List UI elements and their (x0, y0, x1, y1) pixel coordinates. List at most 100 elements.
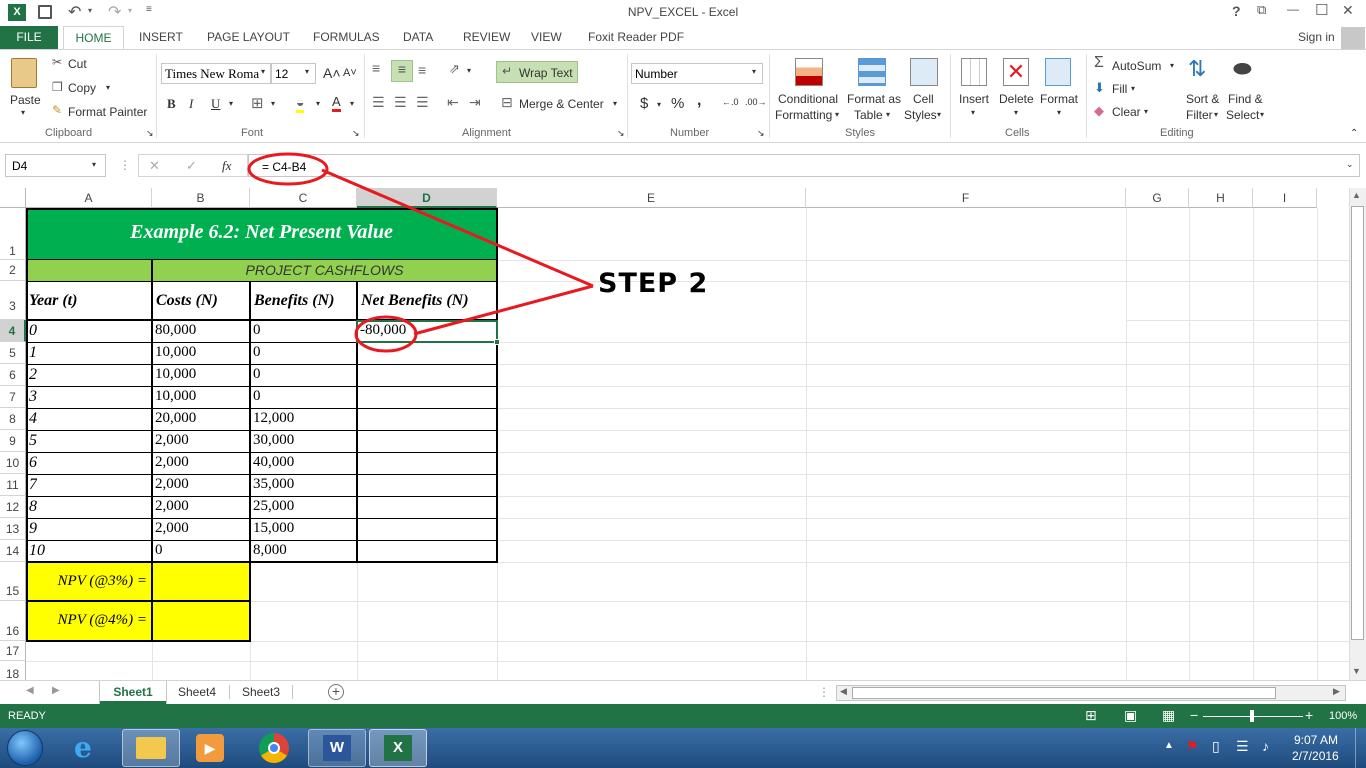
number-launcher-icon[interactable]: ↘ (757, 128, 765, 139)
row-header[interactable]: 13 (0, 518, 26, 540)
cell-benefits[interactable]: 40,000 (253, 454, 294, 471)
percent-button[interactable]: % (671, 95, 684, 112)
cell-year[interactable]: 10 (29, 542, 45, 560)
delete-dropdown-icon[interactable]: ▾ (1014, 108, 1018, 117)
cell-year[interactable]: 8 (29, 498, 37, 516)
font-name-dropdown-icon[interactable]: ▾ (261, 67, 265, 76)
merge-dropdown-icon[interactable]: ▾ (613, 99, 617, 108)
alignment-launcher-icon[interactable]: ↘ (617, 128, 625, 139)
cell-costs[interactable]: 10,000 (155, 366, 196, 383)
row-header[interactable]: 10 (0, 452, 26, 474)
column-header-d[interactable]: D (357, 188, 497, 208)
cell-costs[interactable]: 2,000 (155, 476, 189, 493)
cell-year[interactable]: 2 (29, 366, 37, 384)
zoom-level[interactable]: 100% (1329, 710, 1357, 722)
normal-view-icon[interactable]: ⊞ (1085, 707, 1097, 724)
underline-dropdown-icon[interactable]: ▾ (229, 99, 233, 108)
sort-filter-button[interactable]: Sort & (1186, 92, 1219, 106)
column-header-f[interactable]: F (806, 188, 1126, 208)
cell-costs[interactable]: 10,000 (155, 388, 196, 405)
align-left-icon[interactable]: ☰ (372, 94, 385, 111)
sheet-tab-sheet1[interactable]: Sheet1 (100, 681, 166, 704)
row-header[interactable]: 1 (0, 208, 26, 260)
column-header-c[interactable]: C (250, 188, 357, 208)
scroll-up-icon[interactable]: ▲ (1352, 190, 1361, 200)
autosum-icon[interactable]: Σ (1094, 54, 1104, 72)
action-center-icon[interactable]: ⚑ (1186, 738, 1199, 755)
autosum-dropdown-icon[interactable]: ▾ (1170, 61, 1174, 70)
orientation-icon[interactable]: ⇗ (449, 61, 460, 77)
internet-explorer-icon[interactable]: e (74, 733, 104, 763)
scroll-down-icon[interactable]: ▼ (1352, 666, 1361, 676)
autosum-button[interactable]: AutoSum (1112, 59, 1161, 73)
paste-button[interactable]: Paste (10, 93, 41, 107)
sign-in-link[interactable]: Sign in (1298, 30, 1335, 44)
row-header[interactable]: 11 (0, 474, 26, 496)
tab-split-icon[interactable]: ⋮ (818, 685, 830, 699)
format-dropdown-icon[interactable]: ▾ (1057, 108, 1061, 117)
tab-view[interactable]: VIEW (531, 30, 562, 44)
column-header-e[interactable]: E (497, 188, 806, 208)
tab-review[interactable]: REVIEW (463, 30, 510, 44)
scroll-left-icon[interactable]: ◀ (840, 686, 847, 697)
cell-year[interactable]: 5 (29, 432, 37, 450)
tab-file[interactable]: FILE (0, 26, 58, 49)
align-center-icon[interactable]: ☰ (394, 94, 407, 111)
currency-button[interactable]: $ (640, 95, 648, 112)
battery-icon[interactable]: ▯ (1212, 738, 1220, 755)
next-sheet-icon[interactable]: ▶ (52, 685, 60, 696)
italic-button[interactable]: I (189, 96, 193, 112)
format-cells-button[interactable]: Format (1040, 92, 1078, 106)
column-header-b[interactable]: B (152, 188, 250, 208)
increase-font-icon[interactable]: A˄ (323, 65, 341, 81)
font-size-dropdown-icon[interactable]: ▾ (305, 67, 309, 76)
expand-formula-icon[interactable]: ⌄ (1346, 159, 1354, 170)
decrease-indent-icon[interactable]: ⇤ (447, 94, 459, 111)
delete-cells-button[interactable]: Delete (999, 92, 1034, 106)
show-hidden-icons[interactable]: ▲ (1164, 740, 1174, 751)
sheet-tab-sheet4[interactable]: Sheet4 (178, 685, 216, 699)
row-header[interactable]: 14 (0, 540, 26, 562)
zoom-slider-thumb[interactable] (1250, 710, 1254, 722)
fill-color-dropdown-icon[interactable]: ▾ (316, 99, 320, 108)
align-right-icon[interactable]: ☰ (416, 94, 429, 111)
row-header[interactable]: 3 (0, 281, 26, 320)
tab-foxit[interactable]: Foxit Reader PDF (588, 30, 684, 44)
format-painter-icon[interactable]: ✎ (52, 103, 62, 117)
cell-benefits[interactable]: 15,000 (253, 520, 294, 537)
merge-center-icon[interactable]: ⊟ (501, 94, 513, 111)
row-header[interactable]: 5 (0, 342, 26, 364)
number-format-dropdown-icon[interactable]: ▾ (752, 67, 756, 76)
add-sheet-icon[interactable]: + (328, 684, 344, 700)
cell-year[interactable]: 9 (29, 520, 37, 538)
top-align-icon[interactable]: ≡ (372, 60, 380, 76)
paste-dropdown-icon[interactable]: ▾ (21, 108, 25, 117)
page-break-view-icon[interactable]: ▦ (1162, 707, 1175, 724)
page-layout-view-icon[interactable]: ▣ (1124, 707, 1137, 724)
fill-icon[interactable]: ⬇ (1094, 80, 1105, 96)
fill-button[interactable]: Fill (1112, 82, 1127, 96)
paste-icon[interactable] (11, 58, 37, 88)
insert-dropdown-icon[interactable]: ▾ (971, 108, 975, 117)
cut-button[interactable]: Cut (68, 57, 87, 71)
column-header-g[interactable]: G (1126, 188, 1189, 208)
cut-icon[interactable]: ✂ (52, 55, 62, 69)
enter-icon[interactable]: ✓ (186, 158, 197, 174)
tab-data[interactable]: DATA (403, 30, 433, 44)
npv-4-value-cell[interactable] (152, 601, 250, 641)
cell-costs[interactable]: 0 (155, 542, 163, 559)
active-cell-selection[interactable] (356, 320, 498, 343)
cell-costs[interactable]: 80,000 (155, 322, 196, 339)
sheet-tab-sheet3[interactable]: Sheet3 (242, 685, 280, 699)
collapse-ribbon-icon[interactable]: ⌃ (1350, 128, 1358, 139)
sort-filter-dropdown-icon[interactable]: ▾ (1214, 110, 1218, 119)
bottom-align-icon[interactable]: ≡ (418, 62, 426, 78)
volume-icon[interactable]: ♪ (1262, 738, 1269, 754)
fill-color-icon[interactable]: ◒ (296, 94, 305, 113)
copy-icon[interactable]: ❐ (52, 80, 63, 94)
merge-center-button[interactable]: Merge & Center (519, 97, 604, 111)
increase-indent-icon[interactable]: ⇥ (469, 94, 481, 111)
cell-year[interactable]: 3 (29, 388, 37, 406)
cell-year[interactable]: 1 (29, 344, 37, 362)
font-color-dropdown-icon[interactable]: ▾ (350, 99, 354, 108)
